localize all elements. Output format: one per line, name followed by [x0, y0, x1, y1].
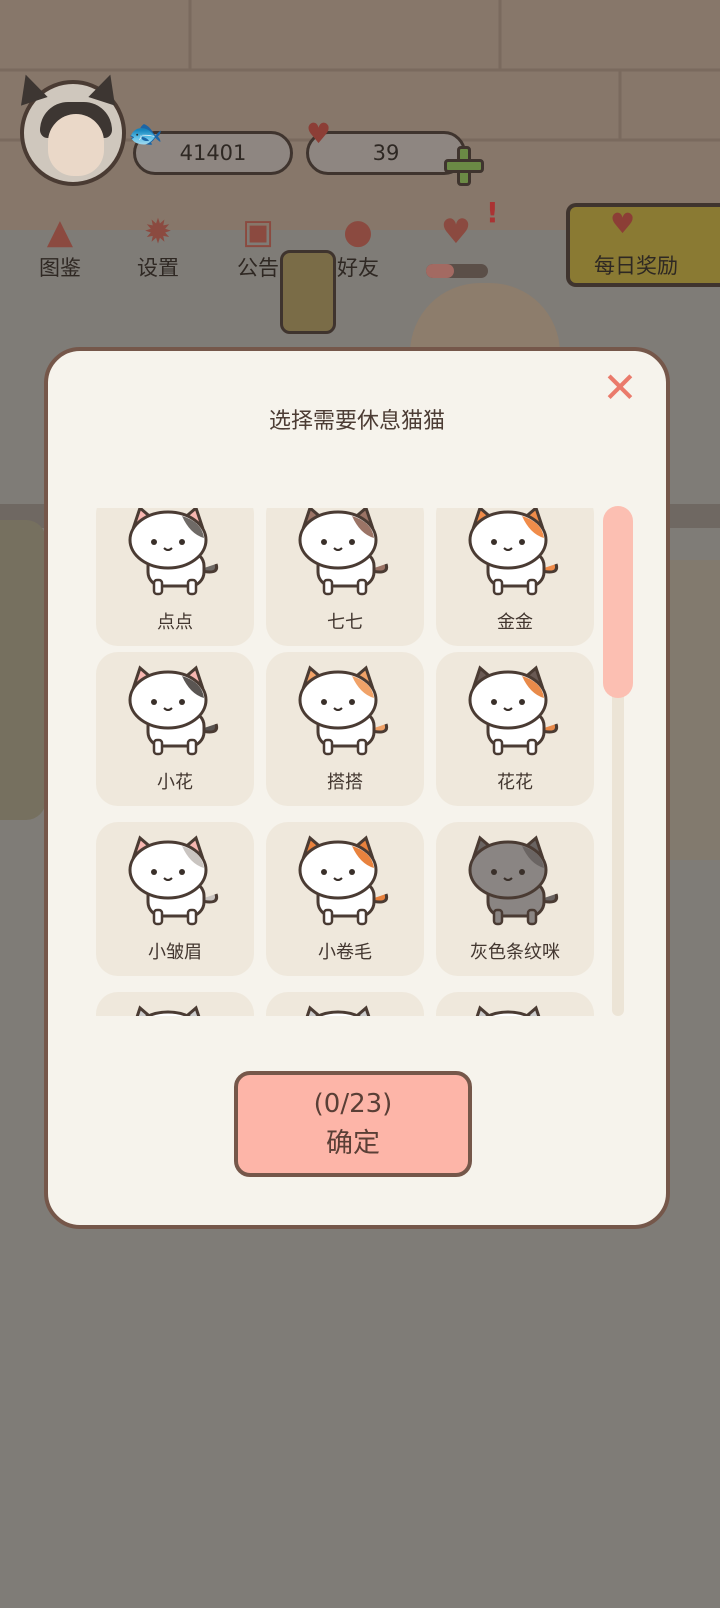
cat-book-icon: ▲ [46, 212, 74, 252]
menu-announcement-button[interactable]: ▣ 公告 [226, 212, 290, 282]
cat-name: 灰色条纹咪 [470, 942, 560, 963]
daily-reward-label[interactable]: 每日奖励 [594, 250, 678, 280]
cat-card[interactable] [96, 992, 254, 1016]
cat-icon [305, 1005, 371, 1016]
cat-card[interactable] [436, 992, 594, 1016]
cat-card[interactable]: 七七 [266, 508, 424, 646]
selected-count: (0/23) [313, 1089, 393, 1119]
cat-name: 点点 [157, 612, 193, 633]
menu-likes-button[interactable]: ♥ [424, 212, 488, 252]
scrollbar-thumb[interactable] [603, 506, 633, 698]
gear-icon: ✹ [143, 212, 173, 252]
menu-catalog-button[interactable]: ▲ 图鉴 [28, 212, 92, 282]
cat-grid[interactable]: 点点 七七 金金小花 搭搭 花花小皱眉 小卷毛 灰色条纹咪 [96, 508, 600, 1016]
cat-icon [468, 665, 559, 756]
cat-card[interactable]: 小皱眉 [96, 822, 254, 976]
heart-count: 39 [372, 141, 400, 165]
hearts-icon: ♥ [440, 212, 472, 252]
cat-icon [298, 835, 389, 926]
cat-card[interactable]: 金金 [436, 508, 594, 646]
menu-friends-button[interactable]: ● 好友 [326, 212, 390, 282]
close-icon[interactable]: ✕ [600, 367, 640, 409]
cat-icon [298, 508, 389, 596]
cat-card[interactable]: 灰色条纹咪 [436, 822, 594, 976]
background-furniture-right [668, 560, 720, 860]
confirm-label: 确定 [326, 1128, 380, 1159]
cat-icon [135, 1005, 201, 1016]
cat-card[interactable]: 小花 [96, 652, 254, 806]
cat-name: 花花 [497, 772, 533, 793]
confirm-button[interactable]: (0/23) 确定 [234, 1071, 472, 1177]
cat-icon [468, 508, 559, 596]
cat-name: 小卷毛 [318, 942, 372, 963]
cat-name: 七七 [327, 612, 363, 633]
friends-icon: ● [343, 212, 373, 252]
cat-name: 小花 [157, 772, 193, 793]
cat-card[interactable]: 花花 [436, 652, 594, 806]
cat-card[interactable]: 搭搭 [266, 652, 424, 806]
add-hearts-button[interactable] [444, 146, 484, 186]
gift-icon: ▣ [241, 212, 275, 252]
progress-bar-fill [426, 264, 454, 278]
fish-icon: 🐟 [128, 117, 163, 150]
cat-name: 搭搭 [327, 772, 363, 793]
cat-name: 金金 [497, 612, 533, 633]
cat-card[interactable]: 点点 [96, 508, 254, 646]
cat-card[interactable] [266, 992, 424, 1016]
daily-reward-icon: ♥ [610, 207, 636, 240]
menu-settings-button[interactable]: ✹ 设置 [126, 212, 190, 282]
cat-icon [128, 665, 219, 756]
cat-card[interactable]: 小卷毛 [266, 822, 424, 976]
cat-name: 小皱眉 [148, 942, 202, 963]
dialog-title: 选择需要休息猫猫 [268, 409, 445, 434]
background-furniture-left [0, 520, 46, 820]
cat-icon [475, 1005, 541, 1016]
cat-icon [298, 665, 389, 756]
cat-icon [128, 835, 219, 926]
fish-count: 41401 [179, 141, 247, 165]
heart-icon: ♥ [306, 117, 332, 150]
notification-badge: ! [486, 196, 499, 229]
cat-icon [128, 508, 219, 596]
cat-icon [468, 835, 559, 926]
